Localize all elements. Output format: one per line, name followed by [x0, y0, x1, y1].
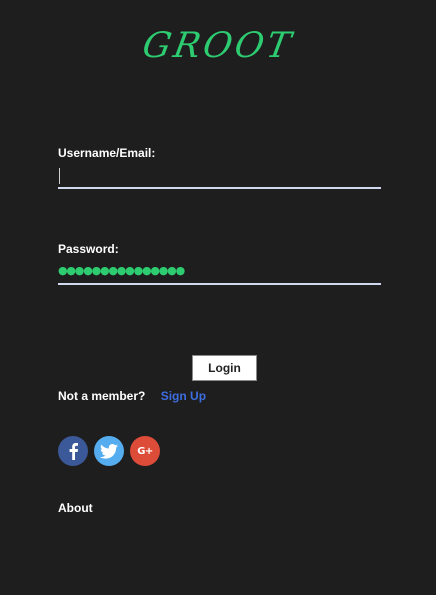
text-caret	[59, 168, 60, 184]
password-label: Password:	[58, 242, 119, 256]
about-link[interactable]: About	[58, 501, 93, 515]
app-logo: GROOT	[139, 26, 297, 66]
twitter-button[interactable]	[94, 436, 124, 466]
password-mask: ●●●●●●●●●●●●●●●	[58, 264, 185, 277]
google-plus-button[interactable]: G+	[130, 436, 160, 466]
username-label: Username/Email:	[58, 146, 156, 160]
google-plus-icon: G+	[137, 445, 153, 457]
twitter-icon	[100, 443, 118, 459]
username-input[interactable]	[58, 167, 381, 189]
signup-link[interactable]: Sign Up	[161, 389, 206, 403]
facebook-icon	[69, 443, 78, 460]
facebook-button[interactable]	[58, 436, 88, 466]
signup-row: Not a member? Sign Up	[58, 389, 206, 403]
login-button[interactable]: Login	[192, 355, 257, 381]
signup-prompt: Not a member?	[58, 389, 146, 403]
